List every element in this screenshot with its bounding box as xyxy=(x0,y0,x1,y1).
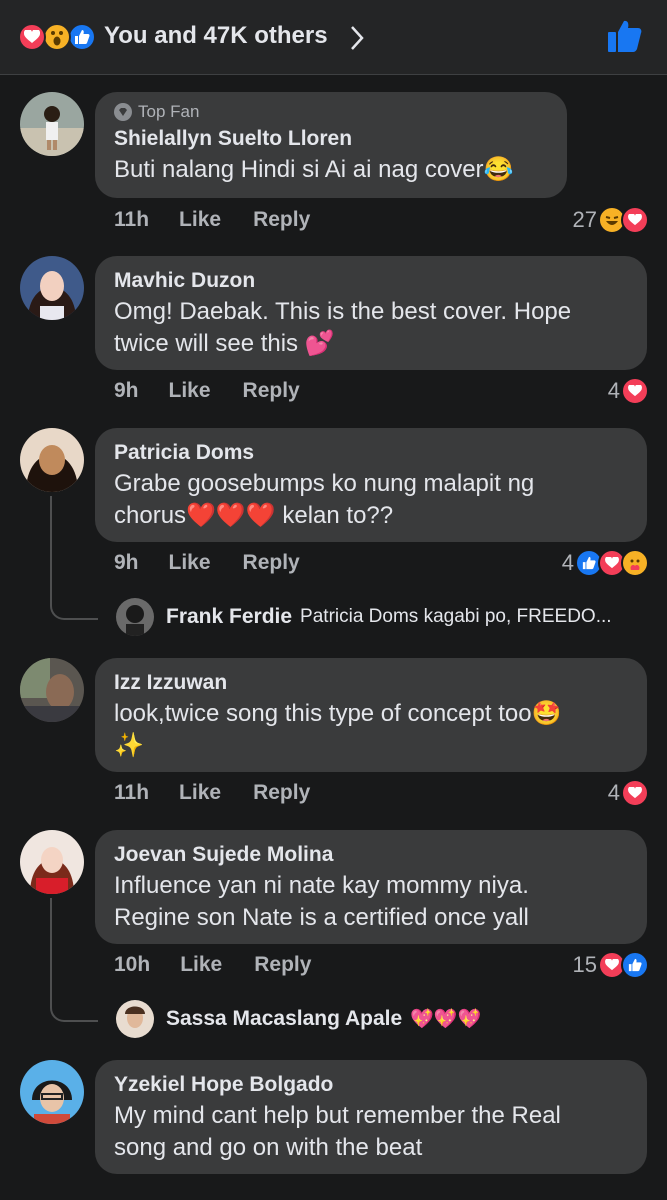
reply-action[interactable]: Reply xyxy=(243,551,300,575)
comment-author[interactable]: Izz Izzuwan xyxy=(114,668,627,698)
comment-text: Buti nalang Hindi si Ai ai nag cover😂 xyxy=(114,156,514,183)
reply-preview[interactable]: Frank Ferdie Patricia Doms kagabi po, FR… xyxy=(116,598,612,636)
reactions-summary-text[interactable]: You and 47K others xyxy=(104,22,328,50)
wow-reaction-icon xyxy=(43,23,71,51)
heart-reaction-icon xyxy=(621,377,649,405)
care-reaction-icon xyxy=(621,549,649,577)
reaction-count[interactable]: 4 xyxy=(608,377,649,405)
comment-actions: 11h Like Reply xyxy=(114,208,310,232)
reactions-summary-bar[interactable]: You and 47K others xyxy=(0,0,667,75)
comment-author[interactable]: Patricia Doms xyxy=(114,438,627,468)
reply-author[interactable]: Sassa Macaslang Apale xyxy=(166,1007,402,1031)
comment-author[interactable]: Yzekiel Hope Bolgado xyxy=(114,1070,627,1100)
comment-bubble[interactable]: Izz Izzuwan look,twice song this type of… xyxy=(95,658,647,772)
comment-bubble[interactable]: Joevan Sujede Molina Influence yan ni na… xyxy=(95,830,647,944)
avatar[interactable] xyxy=(20,428,84,492)
comment-time: 11h xyxy=(114,781,150,804)
like-thumb-icon[interactable] xyxy=(606,18,642,54)
reply-author[interactable]: Frank Ferdie xyxy=(166,605,292,629)
avatar[interactable] xyxy=(20,92,84,156)
diamond-icon xyxy=(114,103,132,121)
comment-time: 9h xyxy=(114,379,139,402)
like-action[interactable]: Like xyxy=(169,379,211,403)
reply-text: 💖💖💖 xyxy=(410,1009,482,1030)
heart-reaction-icon xyxy=(18,23,46,51)
comment-author[interactable]: Shielallyn Suelto Lloren xyxy=(114,124,547,154)
like-reaction-icon xyxy=(68,23,96,51)
comment-text-line: My mind cant help but remember the Real xyxy=(114,1102,561,1129)
comment-author[interactable]: Mavhic Duzon xyxy=(114,266,627,296)
reply-action[interactable]: Reply xyxy=(253,781,310,805)
top-fan-badge: Top Fan xyxy=(114,102,547,122)
like-action[interactable]: Like xyxy=(180,953,222,977)
reply-thread-line xyxy=(50,898,98,1022)
reply-action[interactable]: Reply xyxy=(254,953,311,977)
comment-bubble[interactable]: Mavhic Duzon Omg! Daebak. This is the be… xyxy=(95,256,647,370)
heart-reaction-icon xyxy=(621,206,649,234)
comment-actions: 9h Like Reply xyxy=(114,551,300,575)
reply-text: Patricia Doms kagabi po, FREEDO... xyxy=(300,606,612,627)
like-reaction-icon xyxy=(621,951,649,979)
reaction-count[interactable]: 15 xyxy=(573,951,649,979)
avatar[interactable] xyxy=(20,658,84,722)
comment-text-line: look,twice song this type of concept too… xyxy=(114,700,562,727)
reaction-count[interactable]: 4 xyxy=(608,779,649,807)
comment-text-line: ✨ xyxy=(114,732,144,759)
comment-time: 9h xyxy=(114,551,139,574)
avatar[interactable] xyxy=(116,598,154,636)
comment-text-line: Influence yan ni nate kay mommy niya. xyxy=(114,872,529,899)
reply-action[interactable]: Reply xyxy=(253,208,310,232)
comment-text-line: Regine son Nate is a certified once yall xyxy=(114,904,529,931)
comment-bubble[interactable]: Patricia Doms Grabe goosebumps ko nung m… xyxy=(95,428,647,542)
chevron-right-icon[interactable] xyxy=(348,24,366,52)
comments-feed[interactable]: Top Fan Shielallyn Suelto Lloren Buti na… xyxy=(0,76,667,1200)
comment-bubble[interactable]: Yzekiel Hope Bolgado My mind cant help b… xyxy=(95,1060,647,1174)
avatar[interactable] xyxy=(20,1060,84,1124)
comment-text-line: song and go on with the beat xyxy=(114,1134,423,1161)
reply-action[interactable]: Reply xyxy=(243,379,300,403)
like-action[interactable]: Like xyxy=(169,551,211,575)
reply-thread-line xyxy=(50,496,98,620)
like-action[interactable]: Like xyxy=(179,781,221,805)
comment-actions: 10h Like Reply xyxy=(114,953,311,977)
comment-text-line: Grabe goosebumps ko nung malapit ng xyxy=(114,470,535,497)
comment-time: 10h xyxy=(114,953,151,976)
comment-text-line: twice will see this 💕 xyxy=(114,330,335,357)
reply-preview[interactable]: Sassa Macaslang Apale 💖💖💖 xyxy=(116,1000,481,1038)
heart-reaction-icon xyxy=(621,779,649,807)
comment-text-line: chorus❤️❤️❤️ kelan to?? xyxy=(114,502,394,529)
comment-author[interactable]: Joevan Sujede Molina xyxy=(114,840,627,870)
like-action[interactable]: Like xyxy=(179,208,221,232)
comment-time: 11h xyxy=(114,208,150,231)
avatar[interactable] xyxy=(20,256,84,320)
avatar[interactable] xyxy=(116,1000,154,1038)
reaction-count[interactable]: 27 xyxy=(573,206,649,234)
reaction-icon-stack xyxy=(18,23,100,51)
comment-actions: 11h Like Reply xyxy=(114,781,310,805)
comment-bubble[interactable]: Top Fan Shielallyn Suelto Lloren Buti na… xyxy=(95,92,567,198)
comment-actions: 9h Like Reply xyxy=(114,379,300,403)
comment-text-line: Omg! Daebak. This is the best cover. Hop… xyxy=(114,298,572,325)
avatar[interactable] xyxy=(20,830,84,894)
reaction-count[interactable]: 4 xyxy=(562,549,649,577)
